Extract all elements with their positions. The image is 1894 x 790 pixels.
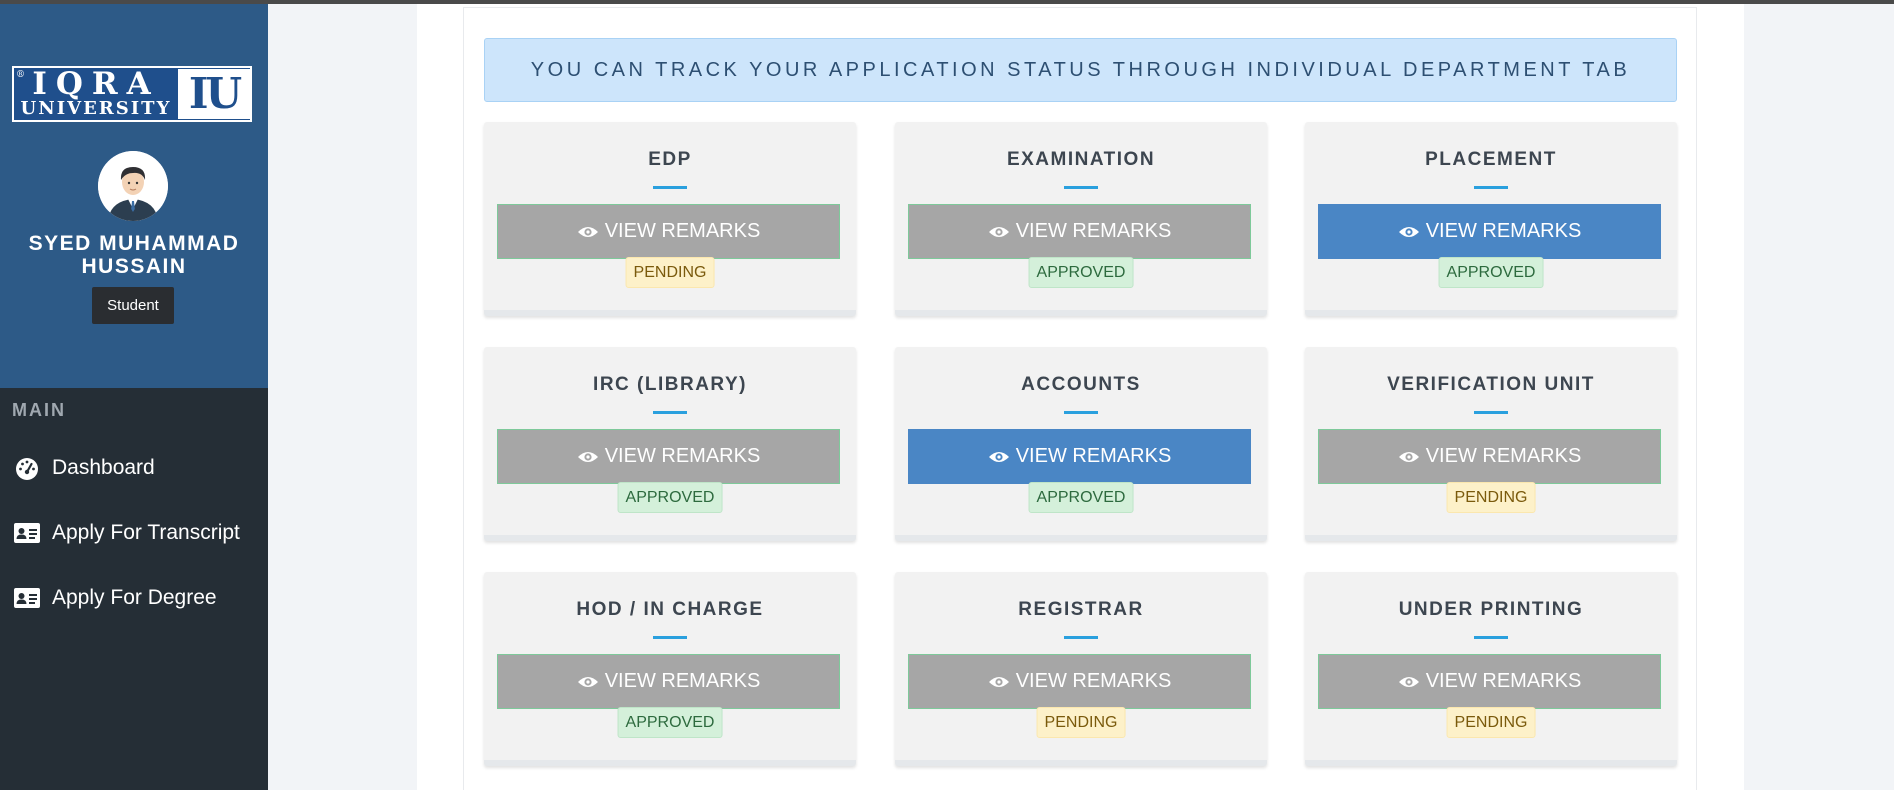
view-remarks-label: VIEW REMARKS	[1425, 445, 1582, 467]
title-underline	[1474, 636, 1508, 639]
view-remarks-button[interactable]: VIEW REMARKS	[1318, 654, 1661, 709]
id-card-icon	[13, 521, 41, 545]
view-remarks-button[interactable]: VIEW REMARKS	[908, 204, 1251, 259]
top-border	[0, 0, 1894, 4]
sidebar-profile: ® IQRA UNIVERSITY IU SYED MUHAMMAD HUSSA…	[0, 0, 268, 388]
department-card-under-printing: UNDER PRINTING VIEW REMARKS PENDING	[1305, 572, 1677, 766]
view-remarks-label: VIEW REMARKS	[1015, 220, 1172, 242]
view-remarks-button[interactable]: VIEW REMARKS	[1318, 429, 1661, 484]
view-remarks-button[interactable]: VIEW REMARKS	[497, 654, 840, 709]
department-card-edp: EDP VIEW REMARKS PENDING	[484, 122, 856, 316]
status-badge: APPROVED	[617, 707, 723, 738]
eye-icon	[988, 225, 1010, 239]
department-card-examination: EXAMINATION VIEW REMARKS APPROVED	[895, 122, 1267, 316]
card-title: PLACEMENT	[1425, 149, 1557, 170]
card-title: REGISTRAR	[1018, 599, 1144, 620]
title-underline	[1064, 186, 1098, 189]
eye-icon	[988, 450, 1010, 464]
card-title: UNDER PRINTING	[1398, 599, 1584, 620]
status-badge: APPROVED	[617, 482, 723, 513]
view-remarks-label: VIEW REMARKS	[1015, 670, 1172, 692]
logo-iu-mark: IU	[178, 69, 250, 119]
user-name: SYED MUHAMMAD HUSSAIN	[28, 232, 240, 278]
sidebar-item-dashboard[interactable]: Dashboard	[0, 445, 268, 491]
view-remarks-label: VIEW REMARKS	[604, 445, 761, 467]
status-badge: APPROVED	[1028, 257, 1134, 288]
avatar[interactable]	[98, 151, 168, 221]
sidebar-item-apply-transcript[interactable]: Apply For Transcript	[0, 510, 268, 556]
title-underline	[1064, 411, 1098, 414]
title-underline	[653, 186, 687, 189]
iqra-university-logo[interactable]: ® IQRA UNIVERSITY IU	[12, 66, 252, 122]
card-title: HOD / IN CHARGE	[576, 599, 764, 620]
eye-icon	[1398, 675, 1420, 689]
logo-registered-mark: ®	[16, 70, 25, 80]
view-remarks-button[interactable]: VIEW REMARKS	[497, 204, 840, 259]
view-remarks-button[interactable]: VIEW REMARKS	[908, 429, 1251, 484]
eye-icon	[577, 225, 599, 239]
department-card-irc-library: IRC (LIBRARY) VIEW REMARKS APPROVED	[484, 347, 856, 541]
sidebar-item-label: Dashboard	[52, 456, 155, 479]
role-badge: Student	[92, 287, 174, 324]
sidebar-item-label: Apply For Degree	[52, 586, 217, 609]
logo-wordmark: ® IQRA UNIVERSITY	[14, 68, 178, 120]
view-remarks-label: VIEW REMARKS	[604, 220, 761, 242]
title-underline	[1064, 636, 1098, 639]
title-underline	[1474, 186, 1508, 189]
eye-icon	[1398, 450, 1420, 464]
view-remarks-label: VIEW REMARKS	[1425, 220, 1582, 242]
view-remarks-label: VIEW REMARKS	[1015, 445, 1172, 467]
department-card-accounts: ACCOUNTS VIEW REMARKS APPROVED	[895, 347, 1267, 541]
view-remarks-label: VIEW REMARKS	[1425, 670, 1582, 692]
logo-sub-text: UNIVERSITY	[20, 98, 172, 119]
status-badge: PENDING	[1446, 482, 1536, 513]
card-title: EDP	[648, 149, 692, 170]
card-title: EXAMINATION	[1006, 149, 1156, 170]
id-card-icon	[13, 586, 41, 610]
status-badge: PENDING	[1036, 707, 1126, 738]
user-avatar-icon	[98, 151, 168, 221]
dashboard-gauge-icon	[13, 456, 41, 480]
eye-icon	[577, 675, 599, 689]
card-title: VERIFICATION UNIT	[1387, 374, 1595, 395]
status-badge: APPROVED	[1028, 482, 1134, 513]
card-title: ACCOUNTS	[1021, 374, 1141, 395]
logo-main-text: IQRA	[32, 66, 160, 102]
status-badge: PENDING	[1446, 707, 1536, 738]
info-banner: YOU CAN TRACK YOUR APPLICATION STATUS TH…	[484, 38, 1677, 102]
nav-heading: MAIN	[12, 400, 66, 420]
status-badge: APPROVED	[1438, 257, 1544, 288]
title-underline	[653, 411, 687, 414]
sidebar-item-apply-degree[interactable]: Apply For Degree	[0, 575, 268, 621]
view-remarks-button[interactable]: VIEW REMARKS	[497, 429, 840, 484]
eye-icon	[577, 450, 599, 464]
eye-icon	[988, 675, 1010, 689]
title-underline	[1474, 411, 1508, 414]
eye-icon	[1398, 225, 1420, 239]
view-remarks-button[interactable]: VIEW REMARKS	[908, 654, 1251, 709]
sidebar-item-label: Apply For Transcript	[52, 521, 240, 544]
card-title: IRC (LIBRARY)	[593, 374, 747, 395]
view-remarks-button[interactable]: VIEW REMARKS	[1318, 204, 1661, 259]
department-card-placement: PLACEMENT VIEW REMARKS APPROVED	[1305, 122, 1677, 316]
sidebar: ® IQRA UNIVERSITY IU SYED MUHAMMAD HUSSA…	[0, 0, 268, 790]
department-card-hod-in-charge: HOD / IN CHARGE VIEW REMARKS APPROVED	[484, 572, 856, 766]
view-remarks-label: VIEW REMARKS	[604, 670, 761, 692]
title-underline	[653, 636, 687, 639]
department-card-registrar: REGISTRAR VIEW REMARKS PENDING	[895, 572, 1267, 766]
department-card-verification-unit: VERIFICATION UNIT VIEW REMARKS PENDING	[1305, 347, 1677, 541]
status-badge: PENDING	[625, 257, 715, 288]
